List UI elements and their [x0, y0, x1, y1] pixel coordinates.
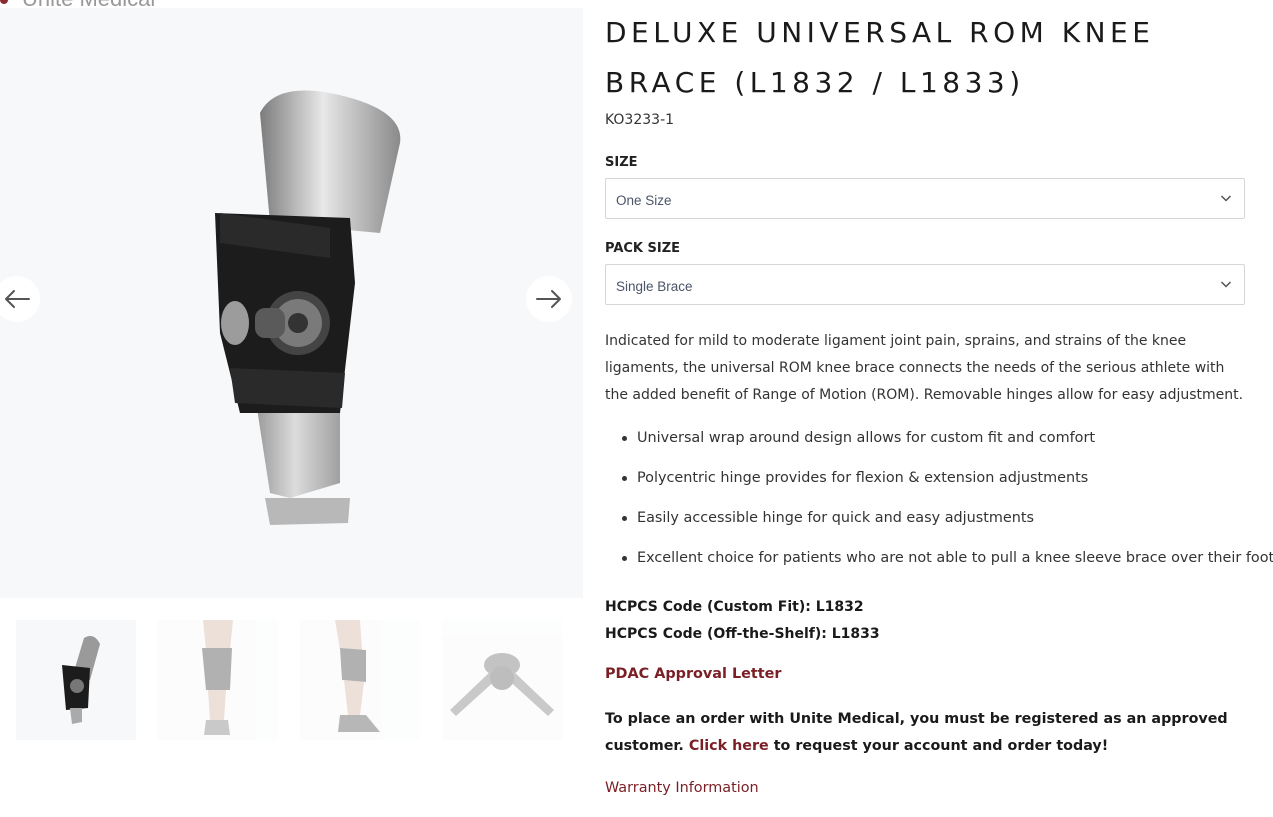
thumbnail-image [450, 653, 554, 716]
product-sku: KO3233-1 [605, 112, 675, 128]
logo-mark-icon [0, 0, 8, 5]
order-notice-suffix: to request your account and order today! [773, 738, 1109, 754]
pack-size-select[interactable]: Single Brace [605, 264, 1245, 305]
size-select[interactable]: One Size [605, 178, 1245, 219]
click-here-link[interactable]: Click here [689, 738, 769, 754]
feature-item: Universal wrap around design allows for … [621, 424, 1273, 464]
size-label: SIZE [605, 155, 638, 170]
size-selected-value: One Size [616, 193, 672, 208]
next-image-button[interactable] [526, 276, 572, 322]
feature-list: Universal wrap around design allows for … [621, 424, 1273, 584]
warranty-information-link[interactable]: Warranty Information [605, 780, 759, 796]
arrow-right-icon [536, 290, 561, 308]
thumbnail-knee-brace-worn-back[interactable] [300, 620, 420, 740]
pack-size-label: PACK SIZE [605, 241, 681, 256]
hcpcs-custom-fit: HCPCS Code (Custom Fit): L1832 [605, 599, 864, 615]
pack-size-selected-value: Single Brace [616, 279, 693, 294]
product-description: Indicated for mild to moderate ligament … [605, 333, 1244, 403]
product-info-panel: DELUXE UNIVERSAL ROM KNEE BRACE (L1832 /… [605, 0, 1273, 796]
thumbnail-image [335, 620, 380, 732]
hcpcs-codes: HCPCS Code (Custom Fit): L1832 HCPCS Cod… [605, 594, 880, 648]
thumbnail-knee-brace-worn-front[interactable] [158, 620, 278, 740]
feature-item: Polycentric hinge provides for flexion &… [621, 464, 1273, 504]
main-product-image [215, 90, 401, 525]
chevron-down-icon [1220, 195, 1232, 202]
thumbnail-knee-brace-mannequin[interactable] [16, 620, 136, 740]
order-notice: To place an order with Unite Medical, yo… [605, 706, 1250, 760]
product-title: DELUXE UNIVERSAL ROM KNEE BRACE (L1832 /… [605, 16, 1155, 99]
thumbnail-hinge-component[interactable] [442, 620, 562, 740]
product-image-gallery [0, 8, 583, 598]
chevron-down-icon [1220, 281, 1232, 288]
feature-item: Easily accessible hinge for quick and ea… [621, 504, 1273, 544]
thumbnail-image [62, 636, 100, 724]
feature-item: Excellent choice for patients who are no… [621, 544, 1273, 584]
previous-image-button[interactable] [0, 276, 40, 322]
pdac-approval-letter-link[interactable]: PDAC Approval Letter [605, 666, 782, 682]
hcpcs-off-the-shelf: HCPCS Code (Off-the-Shelf): L1833 [605, 626, 880, 642]
arrow-left-icon [5, 290, 30, 308]
thumbnail-image [202, 620, 233, 735]
thumbnail-strip [16, 620, 562, 740]
brand-logo[interactable]: Unite Medical [0, 0, 155, 11]
